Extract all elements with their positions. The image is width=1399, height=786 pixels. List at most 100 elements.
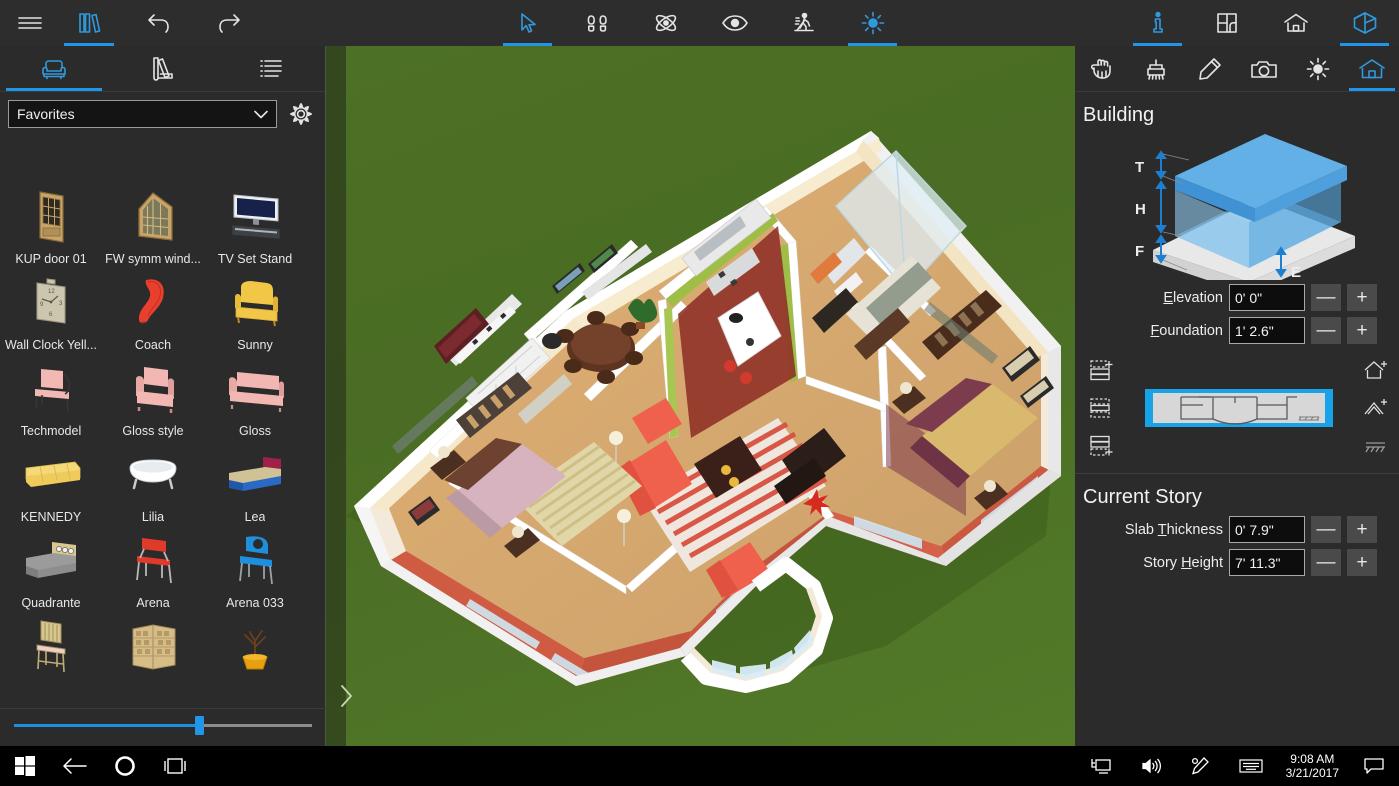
library-item[interactable]: Gloss [206, 352, 304, 438]
chevron-down-icon [254, 110, 268, 118]
walk-tool-button[interactable] [562, 0, 631, 46]
menu-button[interactable] [6, 0, 54, 46]
library-item[interactable]: Arena 033 [206, 524, 304, 610]
story-height-increment-button[interactable]: + [1347, 549, 1377, 576]
pen-workspace-icon [1191, 757, 1209, 775]
foundation-row: Foundation 1' 2.6" — + [1075, 314, 1399, 347]
volume-button[interactable] [1126, 746, 1176, 786]
library-item[interactable]: Lea [206, 438, 304, 524]
elevation-decrement-button[interactable]: — [1311, 284, 1341, 311]
info-tab-button[interactable] [1123, 0, 1192, 46]
slab-thickness-decrement-button[interactable]: — [1311, 516, 1341, 543]
elevation-increment-button[interactable]: + [1347, 284, 1377, 311]
lighting-tool-button[interactable] [838, 0, 907, 46]
redchair2-thumb [115, 528, 191, 594]
library-settings-button[interactable] [285, 98, 317, 130]
library-item[interactable] [206, 610, 304, 682]
add-story-below-icon[interactable] [1089, 435, 1115, 457]
library-item[interactable]: 12 3 6 9 Wall Clock Yell... [2, 266, 100, 352]
select-tool-button[interactable] [493, 0, 562, 46]
cortana-button[interactable] [100, 746, 150, 786]
edit-roof-icon[interactable] [1363, 397, 1389, 419]
remove-roof-icon[interactable] [1363, 435, 1389, 457]
house-front-icon [1359, 58, 1385, 78]
task-view-button[interactable] [150, 746, 200, 786]
building-tab[interactable] [1345, 46, 1399, 91]
slab-thickness-field[interactable]: 0' 7.9" [1229, 516, 1305, 543]
library-item[interactable]: KENNEDY [2, 438, 100, 524]
look-tool-button[interactable] [700, 0, 769, 46]
library-item[interactable]: Quadrante [2, 524, 100, 610]
category-select[interactable]: Favorites [8, 100, 277, 128]
object-tab[interactable] [1075, 46, 1129, 91]
slab-thickness-row: Slab Thickness 0' 7.9" — + [1075, 513, 1399, 546]
library-row: KUP door 01 FW symm wind... TV Set Stand [0, 180, 326, 266]
action-center-button[interactable] [1349, 746, 1399, 786]
material-tab[interactable] [1129, 46, 1183, 91]
objects-tab[interactable] [0, 46, 108, 91]
add-story-above-icon[interactable] [1089, 359, 1115, 381]
library-item[interactable]: KUP door 01 [2, 180, 100, 266]
library-item[interactable]: Techmodel [2, 352, 100, 438]
top-toolbar-left-group [0, 0, 330, 46]
pencil-icon [1199, 57, 1221, 80]
hand-icon [1090, 58, 1111, 79]
library-item[interactable]: Sunny [206, 266, 304, 352]
list-tab[interactable] [217, 46, 325, 91]
slider-fill [14, 724, 199, 727]
clock-time: 9:08 AM [1290, 752, 1335, 766]
elevation-tool-button[interactable] [769, 0, 838, 46]
library-item[interactable]: FW symm wind... [104, 180, 202, 266]
library-item[interactable]: Lilia [104, 438, 202, 524]
library-item[interactable]: Coach [104, 266, 202, 352]
slab-thickness-label: Slab Thickness [1124, 521, 1223, 538]
yellowsofa-thumb [13, 442, 89, 508]
library-item[interactable] [104, 610, 202, 682]
slider-thumb[interactable] [194, 716, 204, 735]
current-story-icon[interactable] [1089, 397, 1115, 419]
story-height-decrement-button[interactable]: — [1311, 549, 1341, 576]
touch-keyboard-button[interactable] [1226, 746, 1276, 786]
thumbnail-size-slider[interactable] [0, 708, 326, 742]
edit-tab[interactable] [1183, 46, 1237, 91]
network-display-button[interactable] [1076, 746, 1126, 786]
slider-track[interactable] [14, 716, 312, 735]
list-icon [260, 59, 282, 77]
taskbar-clock[interactable]: 9:08 AM 3/21/2017 [1276, 752, 1349, 780]
library-item[interactable]: TV Set Stand [206, 180, 304, 266]
foundation-decrement-button[interactable]: — [1311, 317, 1341, 344]
elevation-field[interactable]: 0' 0" [1229, 284, 1305, 311]
foundation-increment-button[interactable]: + [1347, 317, 1377, 344]
bluechair-thumb [217, 528, 293, 594]
windows-start-button[interactable] [0, 746, 50, 786]
redo-button[interactable] [194, 0, 264, 46]
orbit-tool-button[interactable] [631, 0, 700, 46]
library-item[interactable]: Arena [104, 524, 202, 610]
pen-workspace-button[interactable] [1176, 746, 1226, 786]
slab-thickness-increment-button[interactable]: + [1347, 516, 1377, 543]
library-icon [79, 13, 101, 33]
viewport-3d[interactable] [326, 46, 1075, 746]
library-item-label: Arena [136, 596, 170, 610]
foundation-field[interactable]: 1' 2.6" [1229, 317, 1305, 344]
viewport-expand-button[interactable] [334, 676, 360, 716]
woodchair-thumb [13, 614, 89, 680]
library-items-grid[interactable]: KUP door 01 FW symm wind... TV Set Stand… [0, 180, 326, 742]
clock-thumb: 12 3 6 9 [13, 270, 89, 336]
add-roof-icon[interactable] [1363, 359, 1389, 381]
light-tab[interactable] [1291, 46, 1345, 91]
floorplan-tab-button[interactable] [1192, 0, 1261, 46]
camera-tab[interactable] [1237, 46, 1291, 91]
library-button[interactable] [54, 0, 124, 46]
library-item[interactable] [2, 610, 100, 682]
back-button[interactable] [50, 746, 100, 786]
story-plan-preview[interactable] [1139, 374, 1339, 442]
library-item[interactable]: Gloss style [104, 352, 202, 438]
library-item-label: KENNEDY [20, 510, 82, 524]
materials-tab[interactable] [108, 46, 216, 91]
interior-tab-button[interactable] [1261, 0, 1330, 46]
story-height-field[interactable]: 7' 11.3" [1229, 549, 1305, 576]
view3d-tab-button[interactable] [1330, 0, 1399, 46]
undo-button[interactable] [124, 0, 194, 46]
footprints-icon [587, 15, 607, 32]
